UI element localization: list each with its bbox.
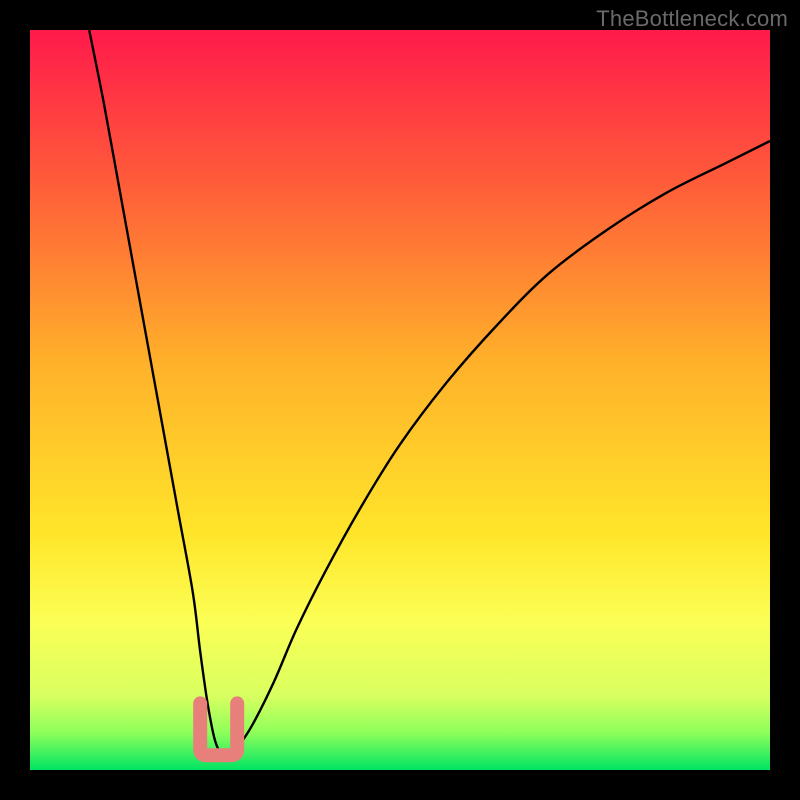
curve-layer [30, 30, 770, 770]
plot-area [30, 30, 770, 770]
chart-stage: TheBottleneck.com [0, 0, 800, 800]
bottleneck-curve [89, 30, 770, 757]
watermark-text: TheBottleneck.com [596, 6, 788, 32]
